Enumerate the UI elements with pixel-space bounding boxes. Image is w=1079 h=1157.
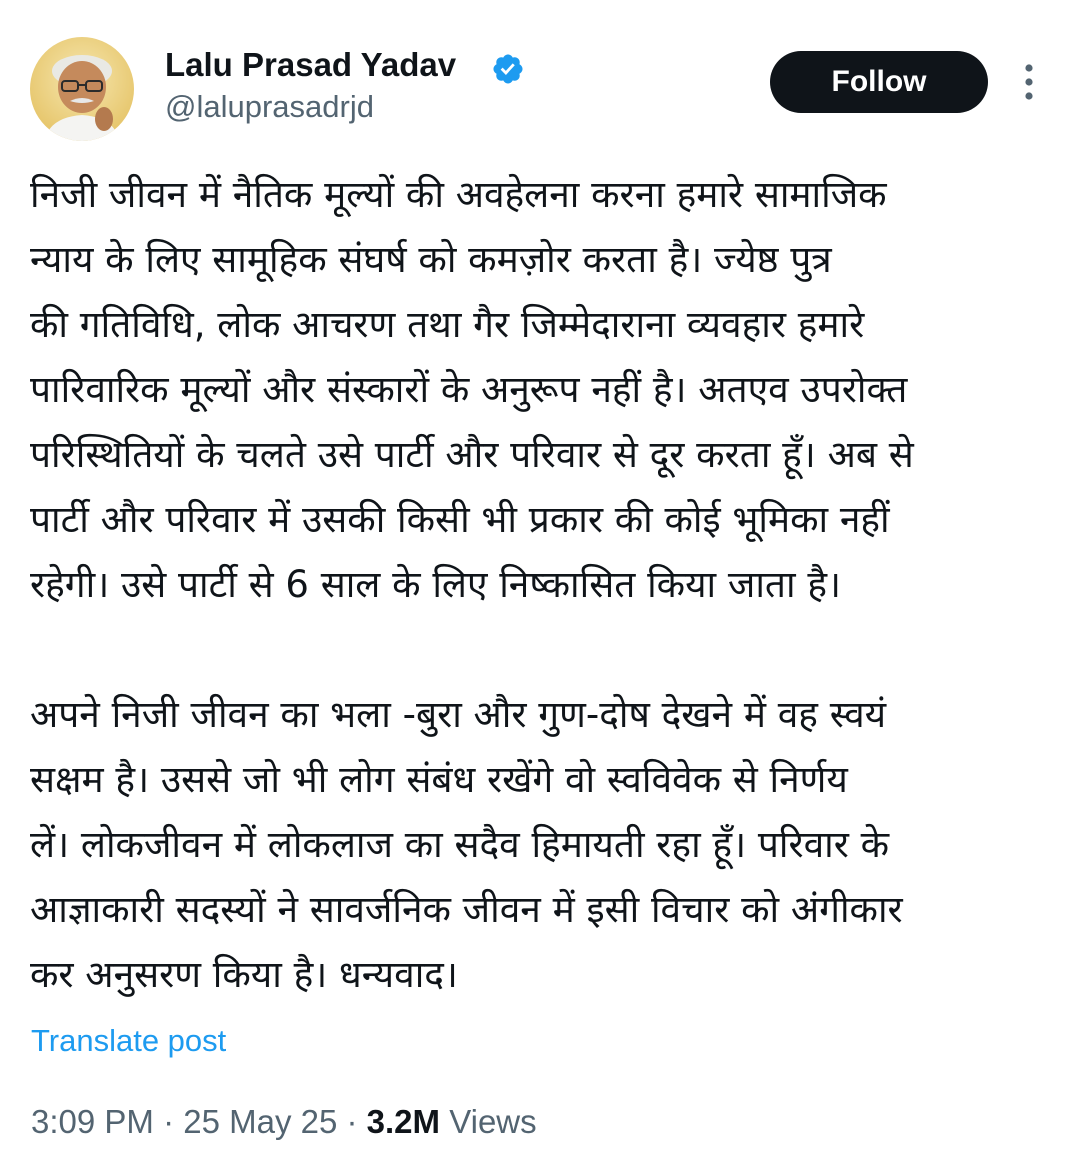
post-line: लें। लोकजीवन में लोकलाज का सदैव हिमायती …	[30, 823, 890, 866]
post-line: कर अनुसरण किया है। धन्यवाद।	[30, 953, 458, 996]
avatar[interactable]	[30, 37, 134, 141]
post-line: पारिवारिक मूल्यों और संस्कारों के अनुरूप…	[30, 368, 908, 411]
post-text: निजी जीवन में नैतिक मूल्यों की अवहेलना क…	[30, 162, 1050, 1007]
translate-post-link[interactable]: Translate post	[31, 1023, 226, 1059]
verified-badge-icon	[491, 52, 525, 86]
author-handle[interactable]: @laluprasadrjd	[165, 89, 374, 125]
post-line: न्याय के लिए सामूहिक संघर्ष को कमज़ोर कर…	[30, 238, 832, 281]
meta-separator: ·	[153, 1103, 184, 1140]
post-meta: 3:09 PM · 25 May 25 · 3.2M Views	[31, 1103, 537, 1141]
post-line: परिस्थितियों के चलते उसे पार्टी और परिवा…	[30, 433, 914, 476]
follow-button[interactable]: Follow	[770, 51, 988, 113]
meta-separator: ·	[337, 1103, 367, 1140]
post-header: Lalu Prasad Yadav @laluprasadrjd Follow	[0, 0, 1079, 141]
post-line: की गतिविधि, लोक आचरण तथा गैर जिम्मेदारान…	[30, 303, 865, 346]
views-count[interactable]: 3.2M	[367, 1103, 440, 1140]
more-vertical-icon[interactable]	[1015, 62, 1043, 102]
post-line: रहेगी। उसे पार्टी से 6 साल के लिए निष्का…	[30, 563, 842, 606]
post-line: आज्ञाकारी सदस्यों ने सावर्जनिक जीवन में …	[30, 888, 903, 931]
post-line: अपने निजी जीवन का भला -बुरा और गुण-दोष द…	[30, 693, 887, 736]
post-line: सक्षम है। उससे जो भी लोग संबंध रखेंगे वो…	[30, 758, 848, 801]
post-time[interactable]: 3:09 PM	[31, 1103, 154, 1140]
post-line: निजी जीवन में नैतिक मूल्यों की अवहेलना क…	[30, 173, 887, 216]
views-label: Views	[440, 1103, 537, 1140]
post-date[interactable]: 25 May 25	[183, 1103, 337, 1140]
post-line: पार्टी और परिवार में उसकी किसी भी प्रकार…	[30, 498, 890, 541]
author-name[interactable]: Lalu Prasad Yadav	[165, 46, 456, 84]
